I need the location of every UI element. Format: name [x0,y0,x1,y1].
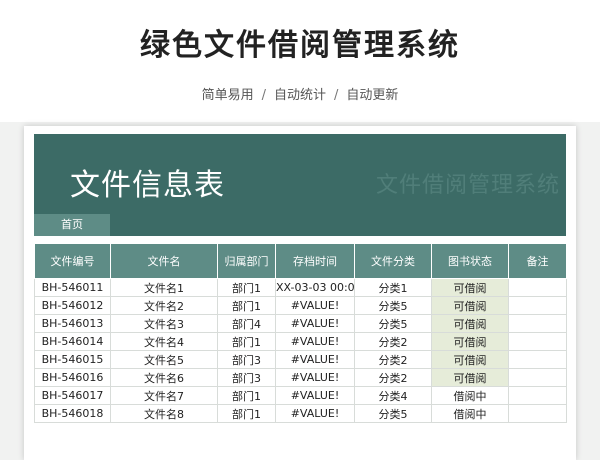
cell-file-name[interactable]: 文件名5 [110,350,218,369]
table-row: BH-546015 文件名5 部门3 #VALUE! 分类2 可借阅 [34,350,567,369]
cell-department[interactable]: 部门1 [217,386,276,405]
cell-file-id[interactable]: BH-546017 [34,386,111,405]
cell-status[interactable]: 可借阅 [431,296,509,315]
home-tab[interactable]: 首页 [34,214,110,236]
cell-archive-time[interactable]: XX-03-03 00:00: [275,278,355,297]
cell-department[interactable]: 部门1 [217,332,276,351]
table-row: BH-546013 文件名3 部门4 #VALUE! 分类5 可借阅 [34,314,567,333]
cell-category[interactable]: 分类2 [354,350,432,369]
cell-file-name[interactable]: 文件名4 [110,332,218,351]
cell-archive-time[interactable]: #VALUE! [275,404,355,423]
table-row: BH-546018 文件名8 部门1 #VALUE! 分类5 借阅中 [34,404,567,423]
cell-file-name[interactable]: 文件名3 [110,314,218,333]
cell-status[interactable]: 借阅中 [431,404,509,423]
cell-category[interactable]: 分类5 [354,404,432,423]
cell-file-id[interactable]: BH-546013 [34,314,111,333]
banner-watermark: 文件借阅管理系统 [375,173,560,198]
cell-file-id[interactable]: BH-546015 [34,350,111,369]
cell-category[interactable]: 分类2 [354,368,432,387]
cell-archive-time[interactable]: #VALUE! [275,314,355,333]
cell-status[interactable]: 可借阅 [431,278,509,297]
column-header-note[interactable]: 备注 [508,243,567,279]
table-row: BH-546016 文件名6 部门3 #VALUE! 分类2 可借阅 [34,368,567,387]
cell-category[interactable]: 分类2 [354,332,432,351]
cell-status[interactable]: 可借阅 [431,332,509,351]
cell-department[interactable]: 部门1 [217,404,276,423]
cell-category[interactable]: 分类4 [354,386,432,405]
page: 绿色文件借阅管理系统 简单易用 / 自动统计 / 自动更新 文件信息表 文件借阅管理系统… [0,0,600,460]
cell-department[interactable]: 部门1 [217,296,276,315]
cell-note[interactable] [508,386,567,405]
column-header-department[interactable]: 归属部门 [217,243,276,279]
cell-note[interactable] [508,314,567,333]
cell-status[interactable]: 可借阅 [431,350,509,369]
cell-note[interactable] [508,278,567,297]
feature-tagline: 简单易用 / 自动统计 / 自动更新 [0,84,600,103]
sheet-title: 文件信息表 [70,168,225,203]
page-title: 绿色文件借阅管理系统 [140,28,460,63]
cell-note[interactable] [508,332,567,351]
cell-category[interactable]: 分类5 [354,314,432,333]
cell-status[interactable]: 借阅中 [431,386,509,405]
cell-file-name[interactable]: 文件名6 [110,368,218,387]
table-header-row: 文件编号 文件名 归属部门 存档时间 文件分类 图书状态 备注 [34,243,567,279]
cell-status[interactable]: 可借阅 [431,314,509,333]
cell-department[interactable]: 部门3 [217,350,276,369]
sheet-banner: 文件信息表 文件借阅管理系统 [34,134,566,236]
file-info-table: 文件编号 文件名 归属部门 存档时间 文件分类 图书状态 备注 BH-54601… [34,243,567,423]
feature-easy: 简单易用 [201,88,254,103]
cell-file-id[interactable]: BH-546011 [34,278,111,297]
column-header-status[interactable]: 图书状态 [431,243,509,279]
cell-file-name[interactable]: 文件名1 [110,278,218,297]
column-header-file-name[interactable]: 文件名 [110,243,218,279]
cell-file-id[interactable]: BH-546012 [34,296,111,315]
column-header-file-id[interactable]: 文件编号 [34,243,111,279]
cell-category[interactable]: 分类5 [354,296,432,315]
cell-file-id[interactable]: BH-546014 [34,332,111,351]
cell-file-name[interactable]: 文件名8 [110,404,218,423]
column-header-archive-time[interactable]: 存档时间 [275,243,355,279]
feature-auto-update: 自动更新 [346,88,399,103]
cell-file-name[interactable]: 文件名2 [110,296,218,315]
cell-archive-time[interactable]: #VALUE! [275,296,355,315]
cell-note[interactable] [508,404,567,423]
cell-category[interactable]: 分类1 [354,278,432,297]
table-row: BH-546017 文件名7 部门1 #VALUE! 分类4 借阅中 [34,386,567,405]
separator: / [334,88,339,103]
table-row: BH-546014 文件名4 部门1 #VALUE! 分类2 可借阅 [34,332,567,351]
cell-department[interactable]: 部门1 [217,278,276,297]
cell-status[interactable]: 可借阅 [431,368,509,387]
column-header-category[interactable]: 文件分类 [354,243,432,279]
cell-note[interactable] [508,296,567,315]
cell-file-id[interactable]: BH-546016 [34,368,111,387]
cell-archive-time[interactable]: #VALUE! [275,368,355,387]
cell-file-name[interactable]: 文件名7 [110,386,218,405]
cell-archive-time[interactable]: #VALUE! [275,332,355,351]
cell-note[interactable] [508,368,567,387]
table-row: BH-546012 文件名2 部门1 #VALUE! 分类5 可借阅 [34,296,567,315]
cell-department[interactable]: 部门4 [217,314,276,333]
cell-file-id[interactable]: BH-546018 [34,404,111,423]
table-row: BH-546011 文件名1 部门1 XX-03-03 00:00: 分类1 可… [34,278,567,297]
cell-department[interactable]: 部门3 [217,368,276,387]
spreadsheet-preview: 文件信息表 文件借阅管理系统 首页 文件编号 文件名 归属部门 存档时间 文件分… [24,126,576,460]
feature-auto-stats: 自动统计 [273,88,326,103]
cell-archive-time[interactable]: #VALUE! [275,386,355,405]
separator: / [261,88,266,103]
cell-note[interactable] [508,350,567,369]
cell-archive-time[interactable]: #VALUE! [275,350,355,369]
page-header: 绿色文件借阅管理系统 简单易用 / 自动统计 / 自动更新 [0,0,600,122]
